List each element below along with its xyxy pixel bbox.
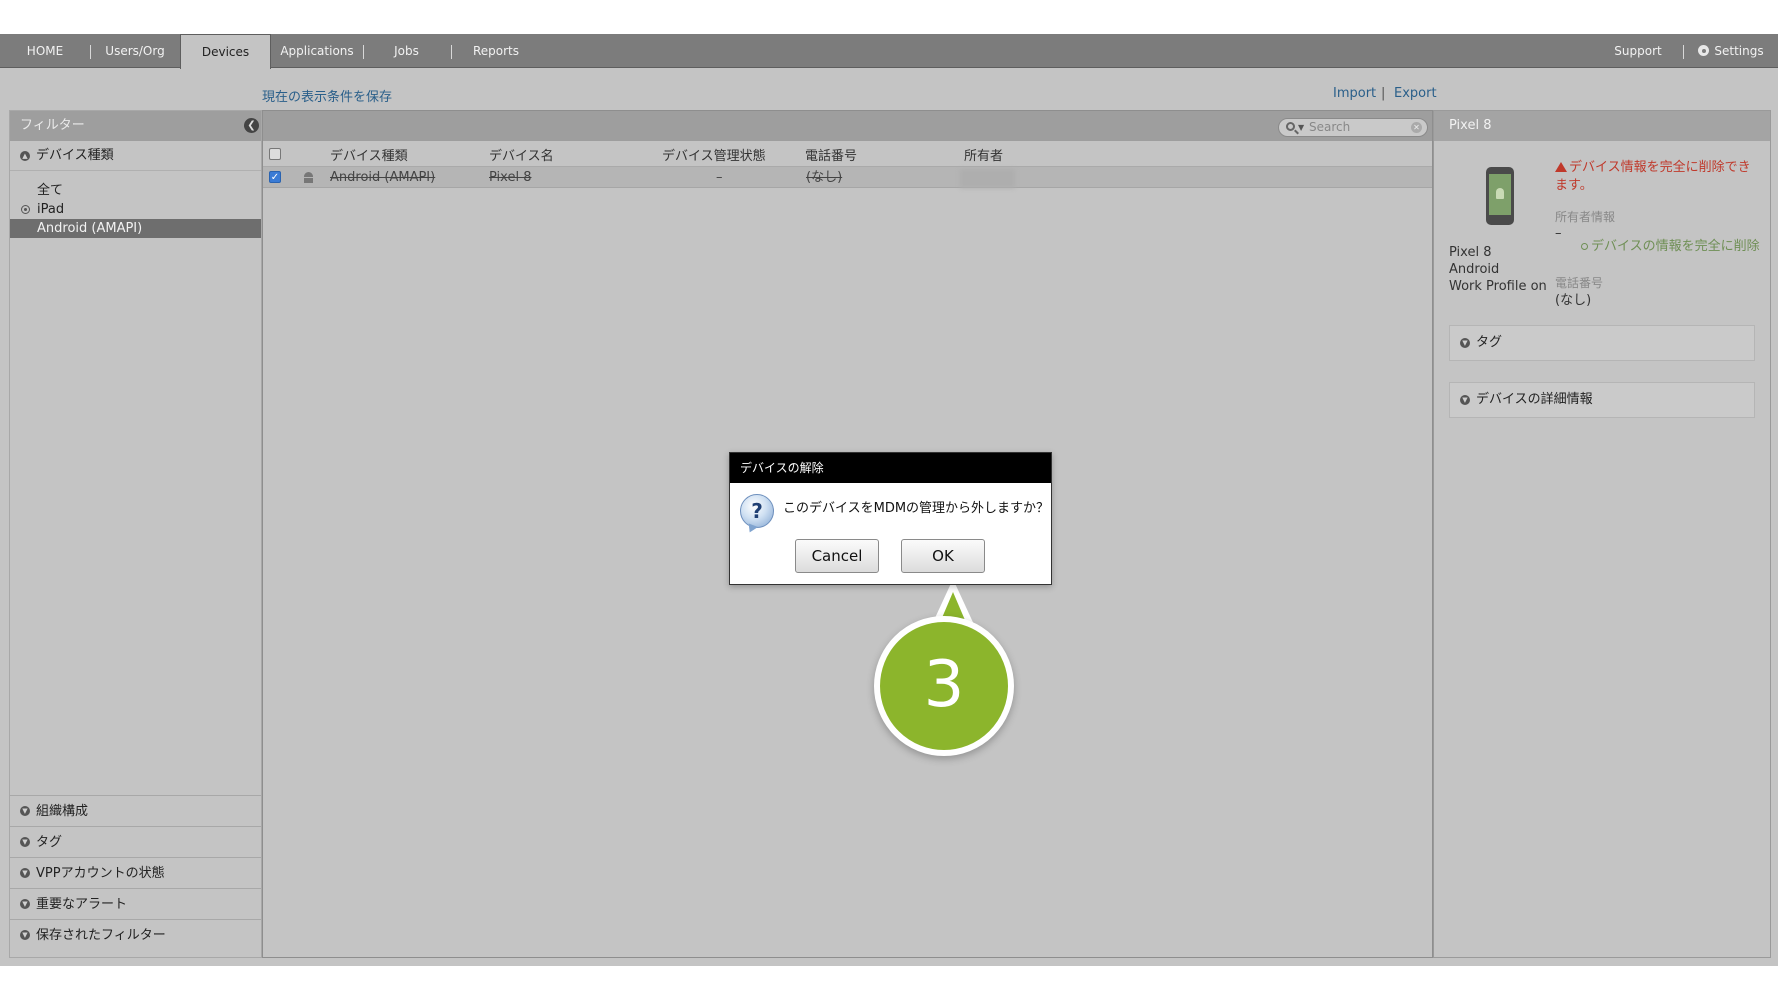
filter-item-android[interactable]: Android (AMAPI): [10, 219, 261, 238]
chevron-down-icon: ▼: [20, 930, 30, 940]
filter-item-label: iPad: [37, 202, 65, 217]
cell-device-type: Android (AMAPI): [330, 170, 436, 185]
support-link[interactable]: Support: [1600, 34, 1676, 68]
filter-section-org[interactable]: ▼ 組織構成: [10, 795, 261, 826]
chevron-down-icon: ▼: [20, 806, 30, 816]
filter-sidebar: フィルター ❮ ▲ デバイス種類 全て iPad Android (AMAPI)…: [9, 110, 262, 958]
collapse-sidebar-icon[interactable]: ❮: [244, 118, 259, 133]
tab-jobs[interactable]: Jobs: [380, 34, 433, 68]
column-owner[interactable]: 所有者: [964, 145, 1003, 164]
warning-icon: [1555, 162, 1567, 172]
chevron-down-icon: ▼: [20, 899, 30, 909]
clear-icon[interactable]: ✕: [1411, 122, 1422, 133]
gear-icon: [1698, 45, 1710, 56]
chevron-down-icon: ▼: [1460, 395, 1470, 405]
tab-reports[interactable]: Reports: [460, 34, 532, 68]
cancel-button[interactable]: Cancel: [795, 539, 879, 573]
toolbar-separator: |: [1381, 86, 1386, 101]
detail-device-name: Pixel 8: [1449, 245, 1492, 260]
unenroll-dialog: デバイスの解除 ? このデバイスをMDMの管理から外しますか？ Cancel O…: [729, 452, 1052, 585]
section-label: 保存されたフィルター: [36, 928, 166, 943]
section-label: VPPアカウントの状態: [36, 866, 165, 881]
dialog-message: このデバイスをMDMの管理から外しますか？: [783, 501, 1050, 516]
chevron-up-icon: ▲: [20, 151, 30, 161]
nav-separator: [1683, 45, 1684, 59]
top-nav: HOME Users/Org Devices Applications Jobs…: [0, 34, 1778, 69]
table-header: デバイス種類 デバイス名 デバイス管理状態 電話番号 所有者: [263, 141, 1432, 167]
column-device-name[interactable]: デバイス名: [489, 145, 554, 164]
tab-devices[interactable]: Devices: [180, 34, 271, 69]
section-label: 重要なアラート: [36, 897, 128, 912]
filter-title: フィルター: [20, 118, 85, 133]
column-phone-number[interactable]: 電話番号: [805, 145, 857, 164]
search-icon: [1286, 122, 1295, 131]
ok-button[interactable]: OK: [901, 539, 985, 573]
section-label: タグ: [1476, 335, 1503, 350]
delete-device-link[interactable]: デバイスの情報を完全に削除: [1581, 235, 1760, 254]
app-window: HOME Users/Org Devices Applications Jobs…: [0, 34, 1778, 966]
detail-section-tags[interactable]: ▼ タグ: [1449, 325, 1755, 361]
nav-separator: [363, 45, 364, 59]
phone-icon: [1486, 167, 1514, 225]
warning-text: デバイス情報を完全に削除できます。: [1555, 160, 1751, 193]
delete-warning: デバイス情報を完全に削除できます。: [1555, 159, 1755, 195]
detail-profile: Work Profile on: [1449, 279, 1547, 294]
tab-home[interactable]: HOME: [8, 34, 82, 68]
detail-title: Pixel 8: [1434, 111, 1770, 141]
filter-section-alerts[interactable]: ▼ 重要なアラート: [10, 888, 261, 919]
owner-label: 所有者情報: [1555, 210, 1616, 224]
cell-phone-number: (なし): [806, 170, 843, 185]
tab-users-org[interactable]: Users/Org: [96, 34, 174, 68]
detail-platform: Android: [1449, 262, 1500, 277]
filter-section-device-type[interactable]: ▲ デバイス種類: [10, 141, 261, 171]
detail-section-info[interactable]: ▼ デバイスの詳細情報: [1449, 382, 1755, 418]
owner-value: –: [1555, 226, 1562, 241]
filter-section-tag[interactable]: ▼ タグ: [10, 826, 261, 857]
cell-owner-redacted: [960, 169, 1015, 188]
radio-icon: [21, 205, 30, 214]
row-checkbox[interactable]: ✓: [269, 171, 281, 183]
step-badge: 3: [874, 616, 1014, 756]
filter-section-vpp[interactable]: ▼ VPPアカウントの状態: [10, 857, 261, 888]
search-placeholder: Search: [1309, 120, 1351, 134]
device-detail-panel: Pixel 8 Pixel 8 Android Work Profile on …: [1433, 110, 1771, 958]
settings-link[interactable]: Settings: [1690, 34, 1772, 68]
phone-label: 電話番号: [1555, 276, 1604, 290]
android-icon: [302, 171, 315, 183]
nav-separator: [90, 45, 91, 59]
settings-label: Settings: [1714, 44, 1764, 58]
filter-header: フィルター ❮: [10, 111, 261, 141]
phone-value: (なし): [1555, 293, 1592, 308]
export-link[interactable]: Export: [1394, 86, 1437, 101]
column-device-type[interactable]: デバイス種類: [330, 145, 408, 164]
dialog-title: デバイスの解除: [730, 453, 1051, 483]
chevron-down-icon: ▼: [20, 868, 30, 878]
select-all-checkbox[interactable]: [269, 148, 281, 160]
cell-management-status: –: [716, 170, 723, 185]
table-toolbar: ▼ Search ✕: [263, 111, 1432, 141]
chevron-down-icon: ▼: [1460, 338, 1470, 348]
circle-icon: [1581, 243, 1588, 250]
cell-device-name: Pixel 8: [489, 170, 532, 185]
search-input[interactable]: ▼ Search ✕: [1278, 118, 1428, 137]
filter-item-ipad[interactable]: iPad: [10, 200, 261, 219]
filter-item-all[interactable]: 全て: [10, 181, 261, 200]
column-management-status[interactable]: デバイス管理状態: [662, 145, 766, 164]
section-label: 組織構成: [36, 804, 89, 819]
nav-separator: [451, 45, 452, 59]
delete-link-label: デバイスの情報を完全に削除: [1591, 239, 1760, 254]
section-label: タグ: [36, 835, 63, 850]
table-row[interactable]: ✓ Android (AMAPI) Pixel 8 – (なし): [263, 167, 1432, 188]
chevron-down-icon: ▼: [20, 837, 30, 847]
save-view-link[interactable]: 現在の表示条件を保存: [262, 86, 392, 105]
question-icon: ?: [740, 494, 774, 528]
section-label: デバイスの詳細情報: [1476, 392, 1593, 407]
caret-down-icon: ▼: [1298, 123, 1305, 132]
tab-applications[interactable]: Applications: [275, 34, 359, 68]
filter-section-saved[interactable]: ▼ 保存されたフィルター: [10, 919, 261, 950]
import-link[interactable]: Import: [1333, 86, 1376, 101]
section-label: デバイス種類: [36, 148, 114, 163]
